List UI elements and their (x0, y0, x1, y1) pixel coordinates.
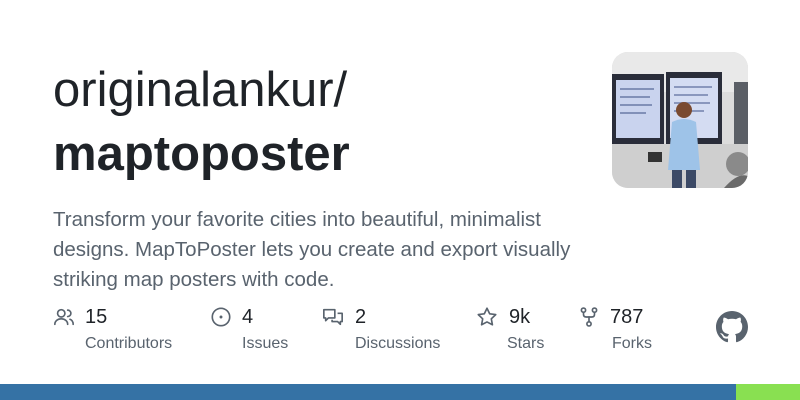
stars-label: Stars (507, 335, 545, 352)
forks-label: Forks (612, 335, 652, 352)
forks-count: 787 (610, 306, 644, 328)
github-logo-icon[interactable] (716, 311, 748, 343)
avatar-photo (612, 52, 748, 188)
discussion-icon (322, 306, 344, 328)
repo-description: Transform your favorite cities into beau… (53, 208, 571, 291)
star-icon (476, 306, 498, 328)
discussions-count: 2 (355, 306, 367, 328)
issues-count: 4 (242, 306, 254, 328)
discussions-label: Discussions (355, 335, 441, 352)
issues-label: Issues (242, 335, 289, 352)
contributors-label: Contributors (85, 335, 173, 352)
repo-owner[interactable]: originalankur/ (53, 60, 347, 120)
owner-avatar[interactable] (612, 52, 748, 188)
language-bar-segment (736, 384, 800, 400)
stars-count: 9k (509, 306, 531, 328)
repo-name[interactable]: maptoposter (53, 124, 350, 184)
contributors-count: 15 (85, 306, 108, 328)
issue-icon (210, 306, 232, 328)
language-bar-segment (0, 384, 736, 400)
fork-icon (578, 306, 600, 328)
people-icon (53, 306, 75, 328)
language-bar (0, 384, 800, 400)
repo-social-card: originalankur/ maptoposter Transform you… (0, 0, 800, 400)
